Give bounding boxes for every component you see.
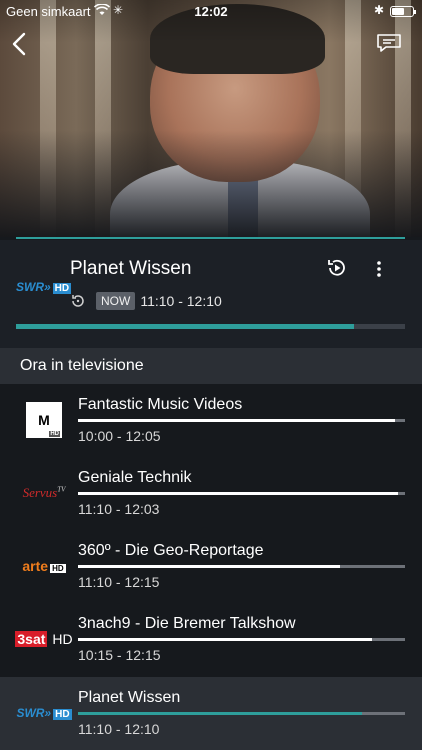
now-playing-card[interactable]: SWR» HD Planet Wissen NOW 11:10 - 12:10 — [0, 240, 422, 348]
program-time: 11:10 - 12:10 — [78, 721, 160, 737]
channel-row[interactable]: ServusTV Geniale Technik 11:10 - 12:03 — [0, 457, 422, 530]
program-time: 11:10 - 12:03 — [78, 501, 160, 517]
more-vertical-icon — [377, 261, 381, 277]
more-options-button[interactable] — [372, 258, 386, 280]
bluetooth-icon: ✱ — [374, 3, 385, 17]
channel-logo-swr: SWR» HD — [16, 280, 72, 294]
channel-logo-3sat: 3sat HD — [15, 621, 73, 657]
channel-logo-text: SWR» — [16, 280, 51, 294]
program-meta: NOW 11:10 - 12:10 — [70, 292, 222, 310]
restart-icon — [328, 259, 345, 276]
accent-divider — [16, 237, 405, 239]
program-progress-fill — [78, 419, 396, 422]
channel-row-active[interactable]: SWR» HD Planet Wissen 11:10 - 12:10 — [0, 677, 422, 750]
program-title: Planet Wissen — [78, 689, 181, 706]
section-header: Ora in televisione — [0, 348, 422, 384]
channel-logo-arte: arte HD — [16, 548, 72, 584]
video-player[interactable] — [0, 0, 422, 237]
status-bar: Geen simkaart ✳ 12:02 ✱ — [0, 0, 422, 22]
now-playing-progress-fill — [16, 324, 355, 329]
logo-sub: HD — [53, 709, 72, 720]
logo-sub: TV — [57, 485, 66, 494]
program-title: Fantastic Music Videos — [78, 396, 243, 413]
program-title: 360º - Die Geo-Reportage — [78, 542, 264, 559]
program-progress — [78, 638, 405, 641]
program-time: 10:15 - 12:15 — [78, 647, 161, 663]
section-title: Ora in televisione — [20, 357, 144, 374]
replay-icon — [72, 295, 84, 307]
program-progress — [78, 712, 405, 715]
channel-logo-hd: HD — [52, 283, 72, 294]
now-badge: NOW — [96, 292, 136, 310]
program-time: 11:10 - 12:15 — [78, 574, 160, 590]
program-progress — [78, 492, 405, 495]
program-title: Geniale Technik — [78, 469, 192, 486]
channel-logo-swr: SWR» HD — [16, 695, 72, 731]
program-time: 11:10 - 12:10 — [140, 293, 222, 309]
chat-button[interactable] — [376, 33, 402, 53]
logo-text: SWR» — [16, 706, 52, 720]
clock: 12:02 — [194, 4, 228, 19]
channel-row[interactable]: M HD Fantastic Music Videos 10:00 - 12:05 — [0, 384, 422, 457]
logo-text: arte — [22, 558, 49, 574]
program-progress-fill — [78, 492, 399, 495]
chat-bubble-icon — [377, 34, 401, 52]
logo-sub: HD — [52, 631, 73, 647]
logo-sub: HD — [49, 431, 60, 437]
now-playing-progress — [16, 324, 405, 329]
logo-text: 3sat — [15, 631, 48, 647]
tv-screen: Geen simkaart ✳ 12:02 ✱ SWR» HD Planet Wi… — [0, 0, 422, 750]
video-fade-overlay — [0, 0, 422, 237]
program-progress-fill — [78, 712, 363, 715]
program-progress — [78, 419, 405, 422]
battery-icon — [390, 6, 416, 17]
back-button[interactable] — [10, 32, 30, 56]
program-title: Planet Wissen — [70, 258, 192, 279]
channel-row[interactable]: 3sat HD 3nach9 - Die Bremer Talkshow 10:1… — [0, 603, 422, 676]
logo-text: M — [38, 412, 50, 428]
program-progress-fill — [78, 638, 373, 641]
logo-text: Servus — [22, 485, 58, 500]
channel-row[interactable]: arte HD 360º - Die Geo-Reportage 11:10 - … — [0, 530, 422, 603]
logo-sub: HD — [50, 564, 66, 573]
channel-logo-servus: ServusTV — [16, 475, 72, 511]
restart-button[interactable] — [326, 257, 348, 279]
program-time: 10:00 - 12:05 — [78, 428, 161, 444]
program-progress — [78, 565, 405, 568]
program-title: 3nach9 - Die Bremer Talkshow — [78, 615, 296, 632]
chevron-left-icon — [12, 32, 26, 56]
program-progress-fill — [78, 565, 340, 568]
channel-logo-mtv: M HD — [16, 402, 72, 438]
